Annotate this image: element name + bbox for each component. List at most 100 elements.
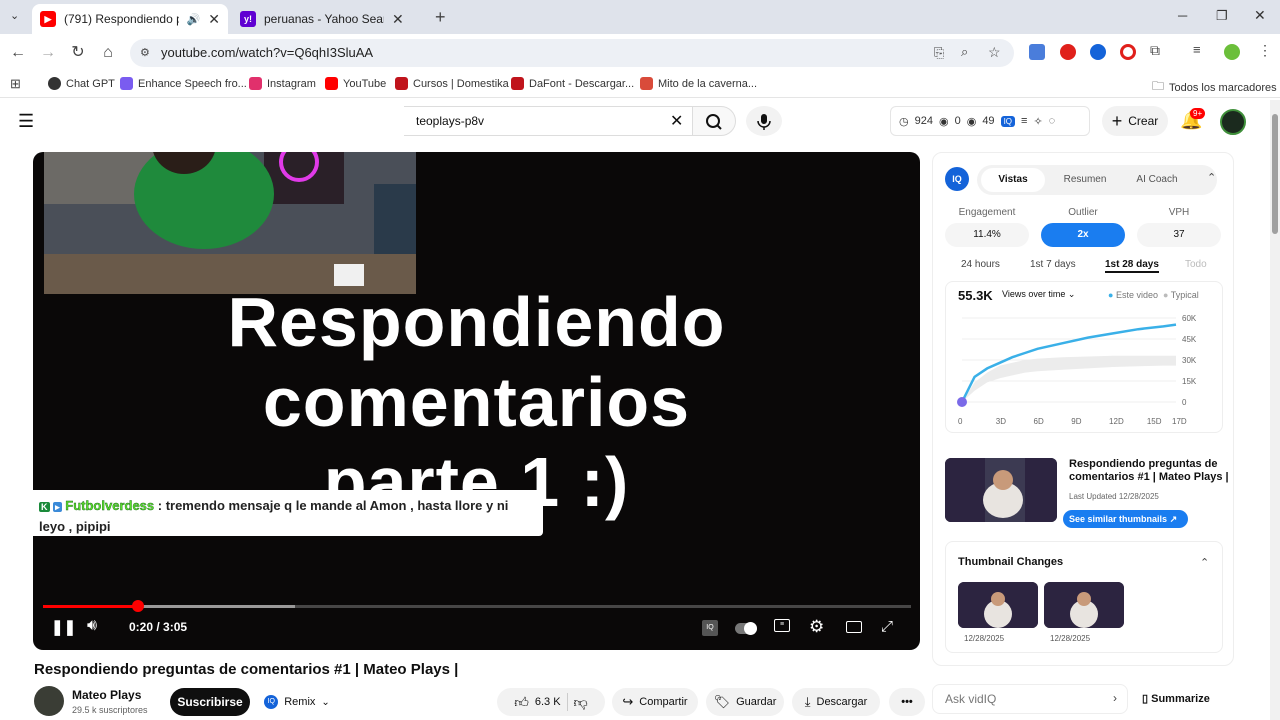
x-tick-label: 6D (1034, 417, 1044, 426)
address-bar[interactable]: ⚙ youtube.com/watch?v=Q6qhI3SluAA ⎘ ⌕ ☆ (130, 39, 1014, 67)
summarize-button[interactable]: ▯ Summarize (1142, 692, 1210, 705)
thumbnail-change-2[interactable] (1044, 582, 1124, 628)
back-icon[interactable]: ← (8, 43, 28, 63)
range-24h[interactable]: 24 hours (961, 259, 1000, 270)
like-button[interactable]: 👍︎ 6.3 K (514, 694, 560, 711)
tab-resumen[interactable]: Resumen (1053, 168, 1117, 192)
metric-vph[interactable]: 37 (1137, 223, 1221, 247)
miniplayer-icon[interactable] (846, 621, 862, 633)
overlay-line: Respondiendo (227, 283, 726, 361)
bookmark-label: YouTube (343, 77, 387, 90)
send-arrow-icon[interactable]: › (1113, 691, 1117, 705)
settings-gear-icon[interactable]: ⚙ (809, 617, 824, 637)
vidiq-stats-pill[interactable]: ◷ 924 ◉ 0 ◉ 49 IQ ≡ ✧ ◌ (890, 106, 1090, 136)
collapse-chevron-icon[interactable]: ⌃ (1207, 171, 1216, 184)
reload-icon[interactable]: ↻ (68, 43, 88, 63)
bookmark-youtube[interactable]: YouTube (325, 77, 386, 90)
restore-icon[interactable]: ❐ (1216, 8, 1228, 24)
metric-outlier[interactable]: 2x (1041, 223, 1125, 247)
volume-button[interactable]: 🔊︎ (87, 617, 97, 635)
metric-engagement[interactable]: 11.4% (945, 223, 1029, 247)
search-input[interactable]: teoplays-p8v ✕ (404, 106, 696, 136)
bookmark-mito[interactable]: Mito de la caverna... (640, 77, 757, 90)
media-control-icon[interactable]: ≡ (1193, 42, 1201, 57)
site-info-icon[interactable]: ⚙ (140, 46, 150, 59)
bookmark-label: DaFont - Descargar... (529, 77, 635, 90)
tab-vistas[interactable]: Vistas (981, 168, 1045, 192)
audio-playing-icon[interactable]: 🔊 (187, 13, 201, 26)
home-icon[interactable]: ⌂ (98, 43, 118, 63)
record-extension-icon[interactable] (1120, 44, 1136, 60)
channel-name[interactable]: Mateo Plays (72, 688, 141, 702)
bookmark-star-icon[interactable]: ☆ (988, 44, 1001, 61)
all-bookmarks[interactable]: 🗀 Todos los marcadores (1152, 77, 1277, 98)
extensions-puzzle-icon[interactable]: ⧉ (1150, 42, 1160, 59)
total-views: 55.3K (958, 288, 993, 303)
bookmark-enhance[interactable]: Enhance Speech fro... (120, 77, 247, 90)
collapse-chevron-icon[interactable]: ⌃ (1200, 556, 1209, 569)
create-button[interactable]: + Crear (1102, 106, 1168, 136)
bookmark-label: Mito de la caverna... (658, 77, 758, 90)
save-button[interactable]: 🏷︎ Guardar (706, 688, 784, 716)
autoplay-toggle[interactable] (735, 622, 757, 635)
adblock-extension-icon[interactable] (1060, 44, 1076, 60)
bookmark-domestika[interactable]: Cursos | Domestika (395, 77, 509, 90)
progress-bar[interactable] (43, 600, 911, 612)
bookmark-dafont[interactable]: DaFont - Descargar... (511, 77, 634, 90)
bookmark-label: Instagram (267, 77, 316, 90)
channel-avatar[interactable] (34, 686, 64, 716)
similar-thumbnail[interactable] (945, 458, 1057, 522)
close-tab-icon[interactable]: ✕ (208, 11, 220, 28)
minimize-icon[interactable]: ─ (1178, 8, 1187, 23)
pause-button[interactable]: ❚❚ (51, 618, 76, 636)
legend-dot-icon: ● (1163, 290, 1169, 300)
share-button[interactable]: ↪ Compartir (612, 688, 698, 716)
account-avatar[interactable] (1220, 109, 1246, 135)
vidiq-player-icon[interactable]: IQ (702, 620, 718, 636)
forward-icon[interactable]: → (38, 43, 58, 63)
search-button[interactable] (692, 106, 736, 136)
vidiq-extension-icon[interactable] (1090, 44, 1106, 60)
bookmark-chatgpt[interactable]: Chat GPT (48, 77, 115, 90)
clear-search-icon[interactable]: ✕ (670, 111, 683, 131)
range-all[interactable]: Todo (1185, 259, 1207, 270)
scrollbar-thumb[interactable] (1272, 114, 1278, 234)
see-similar-label: See similar thumbnails (1069, 514, 1168, 524)
install-app-icon[interactable]: ⎘ (934, 45, 944, 61)
dafont-icon (511, 77, 524, 90)
tab-search-icon[interactable]: ⌄ (10, 9, 19, 22)
close-tab-icon[interactable]: ✕ (392, 11, 404, 28)
tab-yahoo[interactable]: y! peruanas - Yahoo Search Result ✕ (232, 4, 428, 34)
stat-views: 924 (914, 115, 933, 127)
subscribe-button[interactable]: Suscribirse (170, 688, 250, 716)
tab-ai-coach[interactable]: AI Coach (1125, 168, 1189, 192)
browser-menu-icon[interactable]: ⋮ (1258, 42, 1272, 59)
zoom-icon[interactable]: ⌕ (961, 44, 968, 60)
apps-grid-icon[interactable]: ⊞ (10, 76, 21, 92)
thumbs-down-icon[interactable]: 👎︎ (574, 694, 588, 711)
chart-mode-dropdown[interactable]: Views over time ⌄ (1002, 289, 1075, 300)
see-similar-button[interactable]: See similar thumbnails ↗ (1063, 510, 1188, 528)
range-7d[interactable]: 1st 7 days (1030, 259, 1076, 270)
translate-extension-icon[interactable] (1029, 44, 1045, 60)
download-button[interactable]: ⤓ Descargar (792, 688, 880, 716)
close-window-icon[interactable]: ✕ (1254, 7, 1266, 24)
range-28d[interactable]: 1st 28 days (1105, 259, 1159, 273)
webcam-image (44, 152, 416, 294)
hamburger-menu-icon[interactable]: ☰ (18, 111, 34, 132)
page-scrollbar[interactable] (1270, 100, 1280, 720)
more-actions-button[interactable]: ••• (889, 688, 925, 716)
voice-search-button[interactable] (746, 106, 782, 136)
thumbnail-change-1[interactable] (958, 582, 1038, 628)
remix-button[interactable]: IQ Remix ⌄ (258, 688, 336, 716)
profile-avatar-icon[interactable] (1224, 44, 1240, 60)
ask-vidiq-input[interactable]: Ask vidIQ › (932, 684, 1128, 714)
scrubber-handle[interactable] (132, 600, 145, 612)
subtitles-icon[interactable]: ≡ (774, 619, 790, 632)
new-tab-icon[interactable]: + (435, 7, 446, 28)
bookmark-instagram[interactable]: Instagram (249, 77, 316, 90)
fullscreen-icon[interactable]: ⤢ (881, 618, 893, 635)
video-player[interactable]: Respondiendo comentarios parte 1 :) K ▸ … (33, 152, 920, 650)
save-label: Guardar (736, 696, 777, 708)
tab-youtube[interactable]: ▶ (791) Respondiendo pregu 🔊 ✕ (32, 4, 228, 34)
